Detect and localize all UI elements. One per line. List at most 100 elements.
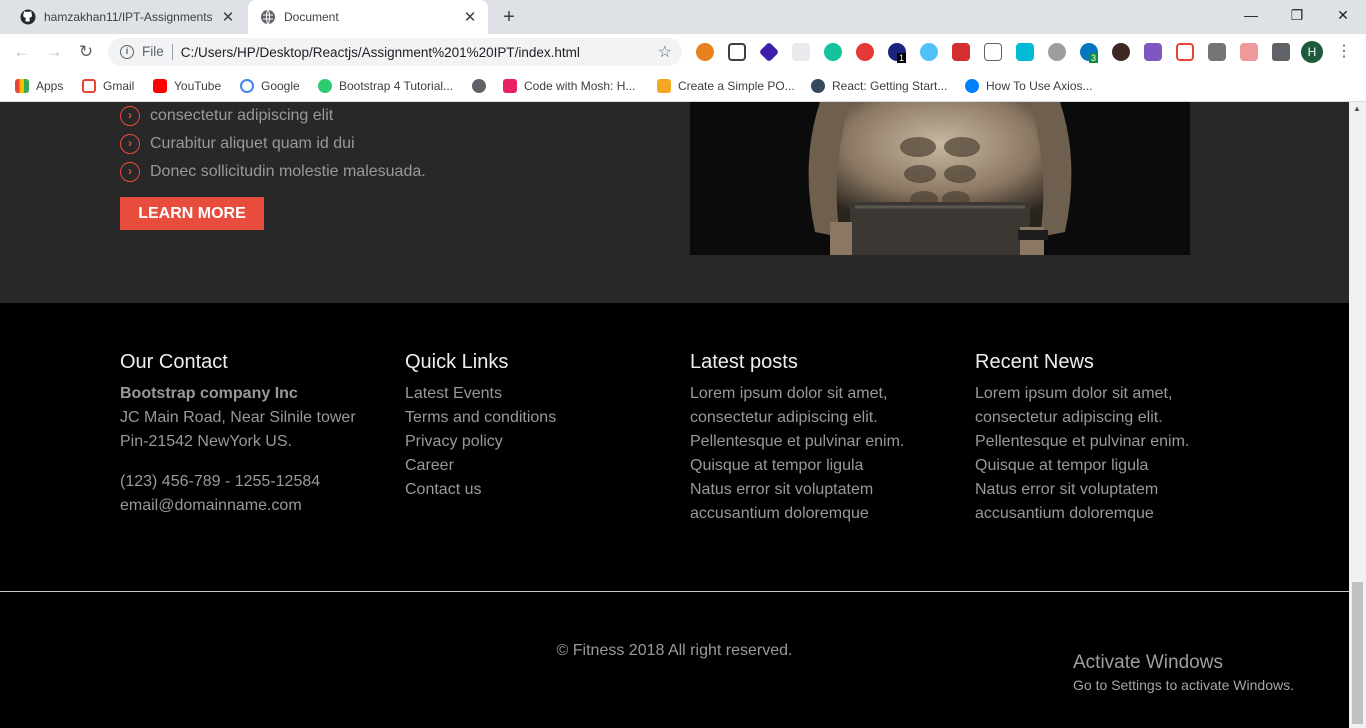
youtube-icon bbox=[153, 79, 167, 93]
contact-column: Our Contact Bootstrap company Inc JC Mai… bbox=[120, 351, 390, 518]
extension-gray-icon[interactable] bbox=[792, 43, 810, 61]
address-line: Pin-21542 NewYork US. bbox=[120, 433, 292, 450]
footer-divider bbox=[0, 591, 1349, 592]
bookmark-star-icon[interactable]: ☆ bbox=[658, 42, 672, 62]
footer-link-latest-events[interactable]: Latest Events bbox=[405, 382, 675, 406]
bookmark-globe[interactable] bbox=[472, 77, 493, 95]
news-line: accusantium doloremque bbox=[975, 505, 1154, 522]
scroll-up-arrow-icon[interactable]: ▲ bbox=[1353, 104, 1361, 113]
bookmark-label: Google bbox=[261, 79, 300, 93]
rocket-icon[interactable] bbox=[1240, 43, 1258, 61]
puzzle-gray-icon[interactable] bbox=[1048, 43, 1066, 61]
post-line: Quisque at tempor ligula bbox=[690, 457, 864, 474]
address-bar[interactable]: i File C:/Users/HP/Desktop/Reactjs/Assig… bbox=[108, 38, 682, 66]
extension-brown-icon[interactable] bbox=[1112, 43, 1130, 61]
post-line: consectetur adipiscing elit. bbox=[690, 409, 878, 426]
s-logo-icon bbox=[657, 79, 671, 93]
tab-document[interactable]: Document ✕ bbox=[248, 0, 488, 34]
s-extension-icon[interactable] bbox=[1016, 43, 1034, 61]
bullet-text: Donec sollicitudin molestie malesuada. bbox=[150, 163, 426, 180]
chevron-right-icon: › bbox=[120, 134, 140, 154]
bookmark-google[interactable]: Google bbox=[240, 77, 300, 95]
dc-icon bbox=[811, 79, 825, 93]
tab-title: hamzakhan11/IPT-Assignments bbox=[44, 10, 213, 24]
reload-icon[interactable]: ↻ bbox=[72, 38, 100, 66]
bookmark-label: React: Getting Start... bbox=[832, 79, 948, 93]
metamask-icon[interactable] bbox=[696, 43, 714, 61]
scrollbar-thumb[interactable] bbox=[1352, 582, 1363, 724]
restore-icon[interactable]: ❐ bbox=[1274, 0, 1320, 30]
recent-news-heading: Recent News bbox=[975, 351, 1094, 373]
pokeball-icon[interactable] bbox=[856, 43, 874, 61]
company-name: Bootstrap company Inc bbox=[120, 385, 298, 402]
footer-link-privacy[interactable]: Privacy policy bbox=[405, 430, 675, 454]
download-icon[interactable] bbox=[1208, 43, 1226, 61]
tab-strip: hamzakhan11/IPT-Assignments ✕ Document ✕… bbox=[0, 0, 1366, 34]
chevron-right-icon: › bbox=[120, 106, 140, 126]
link-extension-icon[interactable]: 1 bbox=[888, 43, 907, 63]
pdf-icon[interactable] bbox=[952, 43, 970, 61]
news-line: Quisque at tempor ligula bbox=[975, 457, 1149, 474]
bookmark-label: How To Use Axios... bbox=[986, 79, 1093, 93]
bookmark-apps[interactable]: Apps bbox=[15, 77, 63, 95]
news-line: Pellentesque et pulvinar enim. bbox=[975, 433, 1190, 450]
back-arrow-icon[interactable]: ← bbox=[8, 38, 36, 66]
close-tab-icon[interactable]: ✕ bbox=[218, 8, 238, 26]
grammarly-icon[interactable] bbox=[824, 43, 842, 61]
watermark-subtitle: Go to Settings to activate Windows. bbox=[1073, 677, 1294, 693]
page-viewport: › consectetur adipiscing elit › Curabitu… bbox=[0, 102, 1349, 728]
s-purple-icon[interactable] bbox=[1144, 43, 1162, 61]
bookmark-simple-po[interactable]: Create a Simple PO... bbox=[657, 77, 795, 95]
forward-arrow-icon[interactable]: → bbox=[40, 38, 68, 66]
news-line: consectetur adipiscing elit. bbox=[975, 409, 1163, 426]
tab-github[interactable]: hamzakhan11/IPT-Assignments ✕ bbox=[8, 0, 246, 34]
post-line: accusantium doloremque bbox=[690, 505, 869, 522]
bookmark-react[interactable]: React: Getting Start... bbox=[811, 77, 947, 95]
bookmark-mosh[interactable]: Code with Mosh: H... bbox=[503, 77, 635, 95]
bookmark-label: Apps bbox=[36, 79, 64, 93]
learn-more-button[interactable]: LEARN MORE bbox=[120, 197, 264, 230]
bookmark-bootstrap[interactable]: Bootstrap 4 Tutorial... bbox=[318, 77, 453, 95]
menu-kebab-icon[interactable]: ⋮ bbox=[1336, 42, 1352, 62]
vertical-scrollbar[interactable]: ▲ bbox=[1349, 102, 1366, 728]
extensions-puzzle-icon[interactable] bbox=[1272, 43, 1290, 61]
footer-link-career[interactable]: Career bbox=[405, 454, 675, 478]
digitalocean-icon bbox=[965, 79, 979, 93]
list-item: › Curabitur aliquet quam id dui bbox=[120, 134, 355, 154]
info-icon[interactable]: i bbox=[120, 45, 134, 59]
quick-links-heading: Quick Links bbox=[405, 351, 509, 373]
extension-badge: 1 bbox=[897, 53, 907, 63]
url-text[interactable]: C:/Users/HP/Desktop/Reactjs/Assignment%2… bbox=[181, 45, 580, 60]
bookmark-axios[interactable]: How To Use Axios... bbox=[965, 77, 1093, 95]
new-tab-plus-icon[interactable]: + bbox=[498, 6, 520, 28]
extension-blue-icon[interactable]: 3 bbox=[1080, 43, 1099, 63]
email-text[interactable]: email@domainname.com bbox=[120, 494, 390, 518]
about-section: › consectetur adipiscing elit › Curabitu… bbox=[0, 102, 1349, 303]
recent-news-column: Recent News Lorem ipsum dolor sit amet, … bbox=[975, 351, 1255, 526]
extension-diamond-icon[interactable] bbox=[758, 41, 780, 63]
bookmark-youtube[interactable]: YouTube bbox=[153, 77, 221, 95]
post-line: Lorem ipsum dolor sit amet, bbox=[690, 385, 888, 402]
list-item: › consectetur adipiscing elit bbox=[120, 106, 333, 126]
apps-grid-icon bbox=[15, 79, 29, 93]
bullet-text: consectetur adipiscing elit bbox=[150, 107, 334, 124]
bookmark-gmail[interactable]: Gmail bbox=[82, 77, 134, 95]
footer-link-terms[interactable]: Terms and conditions bbox=[405, 406, 675, 430]
watermark-title: Activate Windows bbox=[1073, 652, 1223, 673]
minimize-icon[interactable]: — bbox=[1228, 0, 1274, 30]
gmail-ext-icon[interactable] bbox=[1176, 43, 1194, 61]
react-devtools-icon[interactable] bbox=[920, 43, 938, 61]
close-tab-icon[interactable]: ✕ bbox=[460, 8, 480, 26]
profile-avatar[interactable]: H bbox=[1301, 41, 1323, 63]
extension-badge: 3 bbox=[1089, 53, 1099, 63]
google-icon bbox=[240, 79, 254, 93]
mail-icon[interactable] bbox=[984, 43, 1002, 61]
tab-title: Document bbox=[284, 10, 339, 24]
bookmark-label: YouTube bbox=[174, 79, 222, 93]
screenshot-icon[interactable] bbox=[728, 43, 746, 61]
bootstrap-tutorial-icon bbox=[318, 79, 332, 93]
footer-link-contact[interactable]: Contact us bbox=[405, 478, 675, 502]
gmail-icon bbox=[82, 79, 96, 93]
close-window-icon[interactable]: ✕ bbox=[1320, 0, 1366, 30]
news-line: Natus error sit voluptatem bbox=[975, 481, 1159, 498]
